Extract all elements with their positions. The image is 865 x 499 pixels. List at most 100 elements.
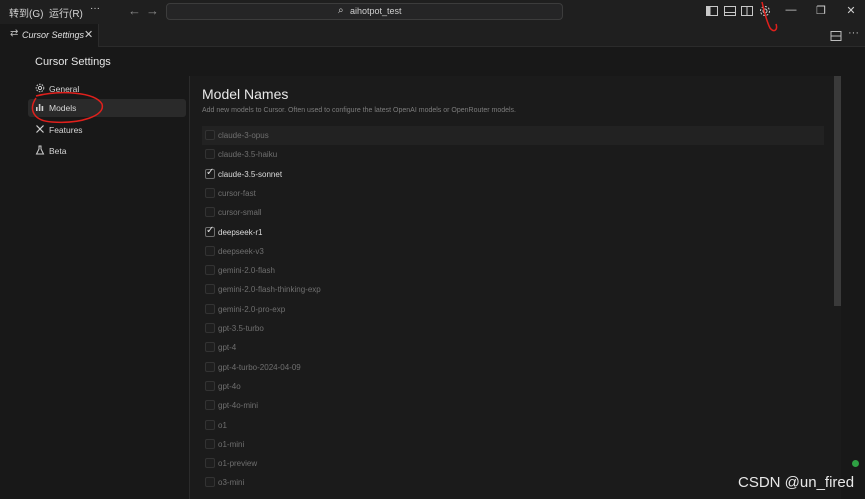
command-center-search[interactable]: ⌕ aihotpot_test <box>166 3 563 20</box>
model-checkbox[interactable] <box>205 149 215 159</box>
model-label: gpt-3.5-turbo <box>218 324 264 333</box>
list-item[interactable]: o1-mini <box>202 435 824 454</box>
model-label: cursor-fast <box>218 189 256 198</box>
close-window-button[interactable]: ✕ <box>843 4 859 17</box>
sidebar-item-label: Features <box>49 125 83 135</box>
model-checkbox[interactable] <box>205 130 215 140</box>
list-item[interactable]: claude-3-opus <box>202 126 824 145</box>
list-item[interactable]: cursor-fast <box>202 184 824 203</box>
model-label: deepseek-v3 <box>218 247 264 256</box>
more-actions-icon[interactable]: ··· <box>848 27 859 39</box>
minimize-button[interactable]: — <box>783 4 799 16</box>
model-label: gpt-4o-mini <box>218 401 259 410</box>
list-item[interactable]: ✓ deepseek-r1 <box>202 223 824 242</box>
page-title: Model Names <box>202 86 289 102</box>
model-label: claude-3.5-sonnet <box>218 170 283 179</box>
model-checkbox[interactable] <box>205 381 215 391</box>
check-icon: ✓ <box>206 167 215 178</box>
watermark: CSDN @un_fired <box>738 474 855 491</box>
arrows-icon: ⇄ <box>10 28 19 39</box>
list-item[interactable]: o1-preview <box>202 454 824 473</box>
flask-icon <box>35 145 45 155</box>
sidebar-item-label: Beta <box>49 146 67 156</box>
status-indicator <box>852 460 859 467</box>
arrow-right-icon[interactable]: → <box>146 3 159 18</box>
list-item[interactable]: gemini-2.0-flash <box>202 261 824 280</box>
model-label: deepseek-r1 <box>218 228 263 237</box>
list-item[interactable]: gpt-4o <box>202 377 824 396</box>
model-label: claude-3.5-haiku <box>218 150 278 159</box>
model-checkbox[interactable] <box>205 362 215 372</box>
menu-goto[interactable]: 转到(G) <box>9 5 43 20</box>
scrollbar[interactable] <box>834 76 841 306</box>
list-item[interactable]: gpt-4o-mini <box>202 396 824 415</box>
list-item[interactable]: cursor-small <box>202 203 824 222</box>
check-icon: ✓ <box>206 225 215 236</box>
model-label: gemini-2.0-flash-thinking-exp <box>218 285 321 294</box>
model-checkbox[interactable] <box>205 323 215 333</box>
toggle-panel-icon[interactable] <box>723 4 737 18</box>
list-item[interactable]: o3-mini <box>202 473 824 492</box>
model-label: gemini-2.0-pro-exp <box>218 305 286 314</box>
model-checkbox[interactable] <box>205 420 215 430</box>
toggle-primary-sidebar-icon[interactable] <box>705 4 719 18</box>
menu-run[interactable]: 运行(R) <box>49 5 83 20</box>
tab-label: Cursor Settings <box>22 30 85 40</box>
model-label: cursor-small <box>218 208 262 217</box>
model-checkbox[interactable] <box>205 188 215 198</box>
menu-more[interactable]: ··· <box>90 3 100 14</box>
model-checkbox[interactable] <box>205 439 215 449</box>
sidebar-item-general[interactable]: General <box>28 80 186 98</box>
toggle-secondary-sidebar-icon[interactable] <box>740 4 754 18</box>
model-label: gpt-4o <box>218 382 241 391</box>
model-checkbox[interactable] <box>205 304 215 314</box>
model-checkbox[interactable] <box>205 284 215 294</box>
model-label: gpt-4-turbo-2024-04-09 <box>218 363 301 372</box>
model-label: o1-preview <box>218 459 258 468</box>
sidebar-item-label: General <box>49 84 80 94</box>
gear-icon <box>35 83 45 93</box>
sidebar-item-label: Models <box>49 103 77 113</box>
list-item[interactable]: gpt-4 <box>202 338 824 357</box>
list-item[interactable]: gpt-4-turbo-2024-04-09 <box>202 358 824 377</box>
model-checkbox[interactable] <box>205 265 215 275</box>
chart-icon <box>36 104 44 111</box>
list-item[interactable]: gemini-2.0-flash-thinking-exp <box>202 280 824 299</box>
model-checkbox[interactable] <box>205 342 215 352</box>
list-item[interactable]: claude-3.5-haiku <box>202 145 824 164</box>
model-checkbox[interactable]: ✓ <box>205 225 215 237</box>
list-item[interactable]: gemini-2.0-pro-exp <box>202 300 824 319</box>
model-label: o1-mini <box>218 440 245 449</box>
list-item[interactable]: o1 <box>202 416 824 435</box>
search-icon: ⌕ <box>338 5 344 16</box>
list-item[interactable]: deepseek-v3 <box>202 242 824 261</box>
list-item[interactable]: gpt-3.5-turbo <box>202 319 824 338</box>
sidebar-item-models[interactable]: Models <box>28 99 186 117</box>
model-checkbox[interactable] <box>205 477 215 487</box>
model-checkbox[interactable] <box>205 400 215 410</box>
restore-button[interactable]: ❐ <box>813 4 829 17</box>
search-text: aihotpot_test <box>350 6 402 16</box>
list-item[interactable]: ✓ claude-3.5-sonnet <box>202 165 824 184</box>
model-label: o3-mini <box>218 478 245 487</box>
model-label: claude-3-opus <box>218 131 269 140</box>
model-label: gemini-2.0-flash <box>218 266 275 275</box>
sidebar-item-beta[interactable]: Beta <box>28 142 186 160</box>
sidebar-item-features[interactable]: Features <box>28 121 186 139</box>
model-checkbox[interactable] <box>205 458 215 468</box>
split-editor-icon[interactable] <box>830 30 842 42</box>
model-label: o1 <box>218 421 227 430</box>
model-checkbox[interactable] <box>205 246 215 256</box>
arrow-left-icon[interactable]: ← <box>128 3 141 18</box>
model-label: gpt-4 <box>218 343 237 352</box>
page-description: Add new models to Cursor. Often used to … <box>202 107 517 114</box>
tab-cursor-settings[interactable]: ⇄ Cursor Settings ✕ <box>0 24 99 47</box>
title-bar: 转到(G) 运行(R) ··· ← → ⌕ aihotpot_test — ❐ … <box>0 0 865 24</box>
wrench-icon <box>36 125 44 133</box>
model-checkbox[interactable] <box>205 207 215 217</box>
settings-gear-icon[interactable] <box>758 4 772 18</box>
settings-title: Cursor Settings <box>35 56 111 68</box>
editor-tab-bar: ⇄ Cursor Settings ✕ <box>0 24 865 47</box>
model-checkbox[interactable]: ✓ <box>205 167 215 179</box>
close-icon[interactable]: ✕ <box>84 28 93 41</box>
